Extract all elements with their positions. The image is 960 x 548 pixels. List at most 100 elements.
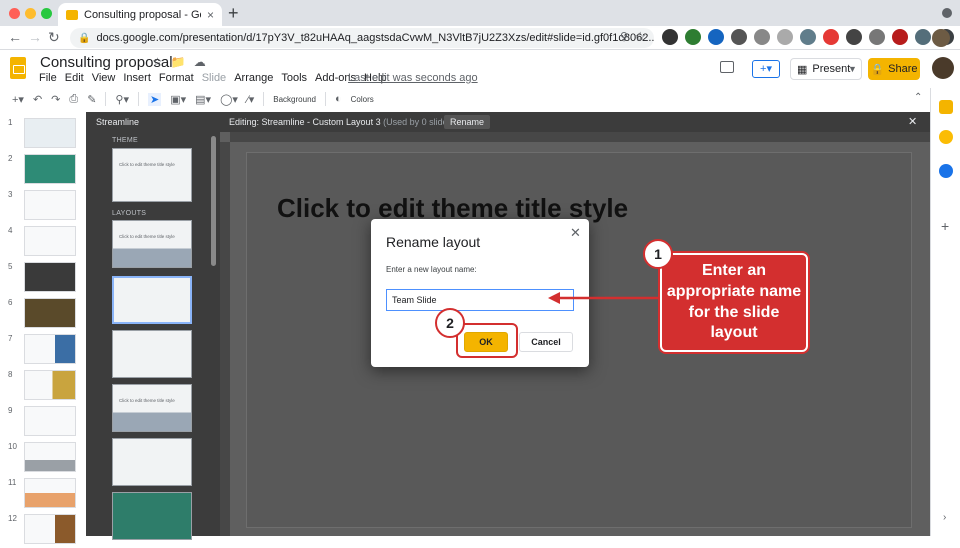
dialog-label: Enter a new layout name: bbox=[386, 265, 477, 274]
slide-number: 11 bbox=[8, 478, 17, 487]
new-element-icon[interactable]: +▾ bbox=[12, 93, 24, 106]
text-box-icon[interactable]: ▣▾ bbox=[170, 93, 186, 106]
extension-icon[interactable] bbox=[800, 29, 816, 45]
layout-thumbnail[interactable] bbox=[112, 492, 192, 540]
paint-format-icon[interactable]: ✎ bbox=[87, 93, 96, 106]
theme-master-thumbnail[interactable]: Click to edit theme title style bbox=[112, 148, 192, 202]
tab-close-icon[interactable]: × bbox=[207, 8, 214, 22]
palette-icon: ◐ bbox=[334, 93, 342, 105]
close-window-icon[interactable] bbox=[9, 8, 20, 19]
add-ons-plus-icon[interactable]: + bbox=[941, 218, 949, 234]
new-tab-button[interactable]: + bbox=[228, 3, 239, 24]
filmstrip-slide[interactable]: 7 bbox=[4, 334, 82, 368]
filmstrip-slide[interactable]: 11 bbox=[4, 478, 82, 512]
menu-tools[interactable]: Tools bbox=[281, 72, 307, 84]
filmstrip-slide[interactable]: 6 bbox=[4, 298, 82, 332]
extension-icon[interactable] bbox=[754, 29, 770, 45]
browser-nav-bar: ← → ↻ 🔒 docs.google.com/presentation/d/1… bbox=[0, 26, 960, 50]
keep-icon[interactable] bbox=[939, 100, 953, 114]
slides-logo-icon[interactable] bbox=[10, 57, 26, 79]
dialog-close-icon[interactable]: ✕ bbox=[570, 225, 581, 241]
layout-thumbnail[interactable]: Click to edit theme title style bbox=[112, 220, 192, 268]
filmstrip-slide[interactable]: 1 bbox=[4, 118, 82, 152]
filmstrip-slide[interactable]: 10 bbox=[4, 442, 82, 476]
address-bar[interactable]: 🔒 docs.google.com/presentation/d/17pY3V_… bbox=[70, 28, 654, 48]
menu-format[interactable]: Format bbox=[159, 72, 194, 84]
image-icon[interactable]: ▤▾ bbox=[195, 93, 211, 106]
record-icon[interactable] bbox=[942, 8, 952, 18]
slide-number: 5 bbox=[8, 262, 13, 271]
share-label: Share bbox=[888, 63, 918, 75]
panel-scrollbar[interactable] bbox=[211, 136, 216, 266]
star-icon[interactable]: ☆ bbox=[152, 55, 163, 69]
print-icon[interactable]: ⎙ bbox=[69, 93, 78, 106]
expand-panel-icon[interactable]: › bbox=[943, 512, 946, 523]
rename-button[interactable]: Rename bbox=[444, 115, 491, 129]
browser-profile-avatar[interactable] bbox=[932, 29, 950, 47]
layout-name-input[interactable] bbox=[386, 289, 574, 311]
slide-thumbnail bbox=[24, 190, 76, 220]
tasks-icon[interactable] bbox=[939, 130, 953, 144]
forward-icon[interactable]: → bbox=[28, 29, 42, 45]
bookmark-star-icon[interactable]: ☆ bbox=[634, 29, 646, 45]
extension-icon[interactable] bbox=[731, 29, 747, 45]
filmstrip-slide[interactable]: 8 bbox=[4, 370, 82, 404]
layout-thumbnail[interactable] bbox=[112, 330, 192, 378]
calendar-icon[interactable] bbox=[939, 164, 953, 178]
extension-icon[interactable] bbox=[685, 29, 701, 45]
theme-section-label: THEME bbox=[112, 137, 138, 144]
callout-box: Enter an appropriate name for the slide … bbox=[660, 253, 808, 352]
filmstrip-slide[interactable]: 4 bbox=[4, 226, 82, 260]
browser-tab[interactable]: Consulting proposal - Google S × bbox=[58, 3, 222, 26]
extension-icon[interactable] bbox=[869, 29, 885, 45]
slide-number: 10 bbox=[8, 442, 17, 451]
minimize-window-icon[interactable] bbox=[25, 8, 36, 19]
menu-edit[interactable]: Edit bbox=[65, 72, 84, 84]
line-icon[interactable]: ∕▾ bbox=[247, 93, 254, 106]
background-button[interactable]: Background bbox=[273, 95, 316, 104]
menu-view[interactable]: View bbox=[92, 72, 116, 84]
slide-number: 1 bbox=[8, 118, 13, 127]
extension-icon[interactable] bbox=[708, 29, 724, 45]
maximize-window-icon[interactable] bbox=[41, 8, 52, 19]
layout-thumbnail[interactable]: Click to edit theme title style bbox=[112, 384, 192, 432]
extension-icon[interactable] bbox=[777, 29, 793, 45]
colors-button[interactable]: Colors bbox=[351, 95, 374, 104]
new-slide-button[interactable]: +▾ bbox=[752, 60, 780, 78]
reload-icon[interactable]: ↻ bbox=[48, 29, 60, 46]
share-button[interactable]: 🔒 Share bbox=[868, 58, 920, 80]
extension-icon[interactable] bbox=[846, 29, 862, 45]
collapse-toolbar-icon[interactable]: ⌃ bbox=[914, 92, 922, 103]
menu-arrange[interactable]: Arrange bbox=[234, 72, 273, 84]
filmstrip-slide[interactable]: 9 bbox=[4, 406, 82, 440]
extension-icon[interactable] bbox=[892, 29, 908, 45]
toolbar-divider bbox=[263, 92, 265, 106]
redo-icon[interactable]: ↷ bbox=[51, 93, 60, 106]
undo-icon[interactable]: ↶ bbox=[33, 93, 42, 106]
shape-icon[interactable]: ◯▾ bbox=[220, 93, 238, 106]
comments-icon[interactable] bbox=[720, 61, 734, 73]
filmstrip-slide[interactable]: 2 bbox=[4, 154, 82, 188]
account-avatar[interactable] bbox=[932, 57, 954, 79]
close-editor-icon[interactable]: ✕ bbox=[908, 115, 917, 128]
extension-icon[interactable] bbox=[915, 29, 931, 45]
filmstrip-slide[interactable]: 12 bbox=[4, 514, 82, 548]
extension-icon[interactable] bbox=[662, 29, 678, 45]
menu-insert[interactable]: Insert bbox=[123, 72, 151, 84]
menu-slide[interactable]: Slide bbox=[202, 72, 226, 84]
toolbar-divider bbox=[138, 92, 139, 106]
present-options-icon[interactable]: ▼ bbox=[848, 58, 857, 80]
layout-thumbnail[interactable] bbox=[112, 438, 192, 486]
filmstrip-slide[interactable]: 3 bbox=[4, 190, 82, 224]
last-edit-link[interactable]: Last edit was seconds ago bbox=[348, 72, 478, 84]
filmstrip-slide[interactable]: 5 bbox=[4, 262, 82, 296]
zoom-icon[interactable]: ⚲ bbox=[620, 30, 628, 43]
move-folder-icon[interactable]: 📁 bbox=[171, 55, 186, 69]
cancel-button[interactable]: Cancel bbox=[519, 332, 573, 352]
extension-icon[interactable] bbox=[823, 29, 839, 45]
back-icon[interactable]: ← bbox=[8, 29, 22, 45]
layout-thumbnail-selected[interactable] bbox=[112, 276, 192, 324]
menu-file[interactable]: File bbox=[39, 72, 57, 84]
select-cursor-icon[interactable]: ➤ bbox=[148, 92, 162, 106]
zoom-icon[interactable]: ⚲▾ bbox=[115, 93, 129, 106]
